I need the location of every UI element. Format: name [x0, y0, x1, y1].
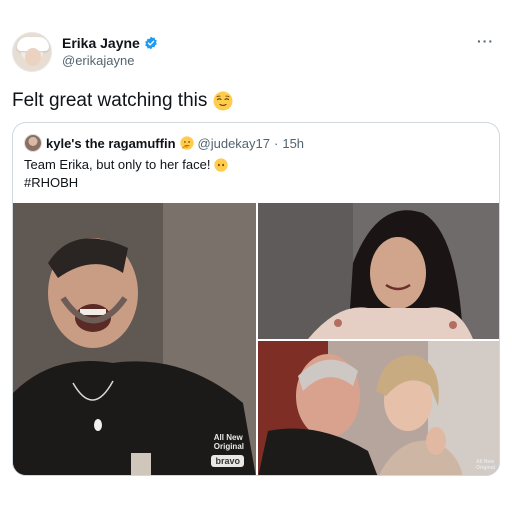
- author-name-row: Erika Jayne: [62, 35, 158, 51]
- more-options-icon[interactable]: ···: [477, 33, 494, 49]
- quoted-text: Team Erika, but only to her face! #RHOBH: [24, 156, 229, 192]
- face-without-mouth-icon: [214, 158, 229, 172]
- hashtag-link[interactable]: #RHOBH: [24, 174, 78, 192]
- quoted-text-line1: Team Erika, but only to her face!: [24, 157, 211, 172]
- quoted-handle: @judekay17: [197, 135, 270, 151]
- verified-badge-icon: [144, 36, 158, 50]
- quoted-separator: ·: [274, 135, 279, 151]
- tweet-card: Erika Jayne @erikajayne ··· Felt great w…: [0, 0, 512, 512]
- quoted-avatar: [24, 134, 42, 152]
- media-image-woman-dark-hair[interactable]: [258, 203, 499, 339]
- avatar-face: [25, 48, 41, 66]
- media-image-two-people[interactable]: All New Original: [258, 341, 499, 475]
- author-display-name[interactable]: Erika Jayne: [62, 35, 140, 51]
- quoted-display-name: kyle's the ragamuffin: [46, 135, 176, 151]
- relieved-face-icon: [213, 91, 233, 111]
- author-avatar[interactable]: [12, 32, 52, 72]
- bravo-logo: bravo: [211, 455, 244, 467]
- watermark-small-line2: Original: [476, 465, 495, 471]
- thinking-face-icon: [179, 136, 194, 150]
- tweet-text-content: Felt great watching this: [12, 90, 208, 111]
- media-watermark: All New Original: [214, 433, 244, 451]
- author-handle[interactable]: @erikajayne: [62, 53, 134, 68]
- media-image-laughing-man[interactable]: All New Original bravo: [13, 203, 256, 475]
- quoted-tweet[interactable]: kyle's the ragamuffin @judekay17 · 15h T…: [12, 122, 500, 476]
- quoted-header: kyle's the ragamuffin @judekay17 · 15h: [24, 134, 304, 152]
- watermark-line1: All New: [213, 433, 243, 442]
- watermark-line2: Original: [213, 442, 244, 451]
- quoted-media-grid: All New Original bravo All New Original: [13, 203, 499, 475]
- tweet-text: Felt great watching this: [12, 90, 233, 112]
- media-watermark-small: All New Original: [476, 459, 495, 471]
- quoted-timestamp[interactable]: 15h: [282, 136, 304, 151]
